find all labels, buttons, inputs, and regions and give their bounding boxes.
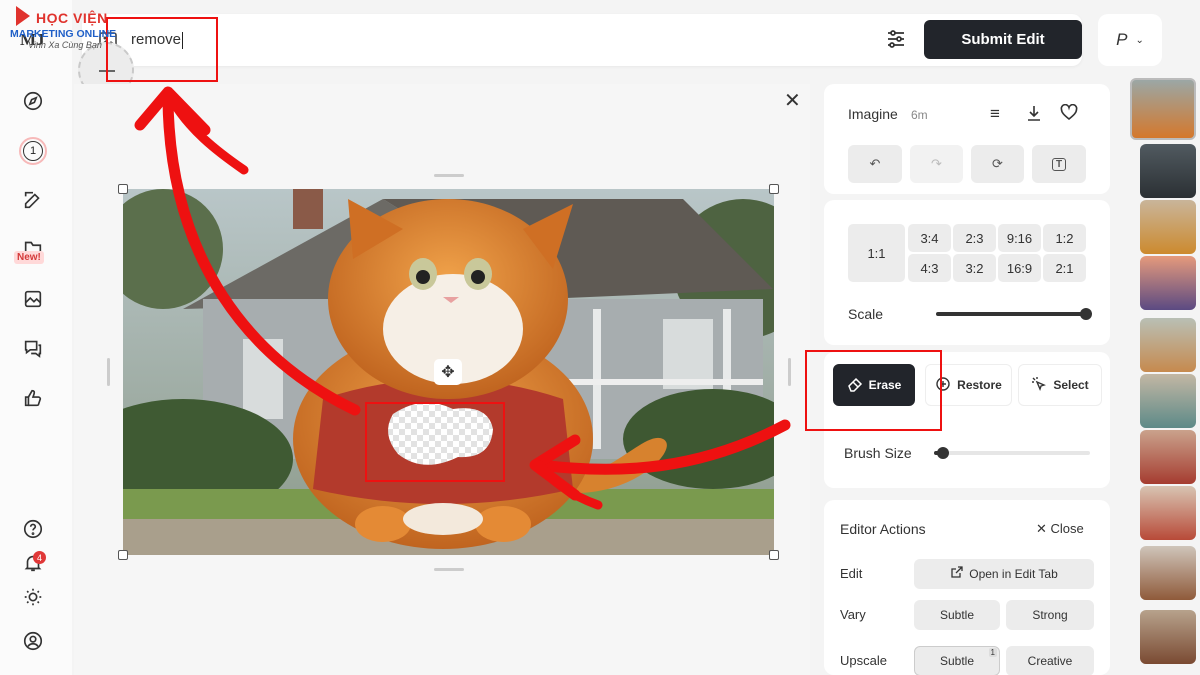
- image-icon[interactable]: [21, 287, 45, 311]
- scale-label: Scale: [848, 306, 884, 322]
- close-label: Close: [1050, 521, 1084, 536]
- upscale-creative-button[interactable]: Creative: [1006, 646, 1094, 675]
- ratio-3-4[interactable]: 3:4: [908, 224, 951, 252]
- resize-handle-bottom[interactable]: [434, 568, 464, 571]
- list-icon[interactable]: ≡: [990, 104, 1000, 124]
- chevron-down-icon: ⌄: [1135, 34, 1144, 46]
- open-edit-tab-label: Open in Edit Tab: [969, 567, 1058, 581]
- vary-strong-button[interactable]: Strong: [1006, 600, 1094, 630]
- redo-icon: ↷: [931, 156, 942, 171]
- ratio-1-2[interactable]: 1:2: [1043, 224, 1086, 252]
- gallery-thumb[interactable]: [1140, 486, 1196, 540]
- profile-initial: P: [1116, 30, 1128, 49]
- ratio-3-2[interactable]: 3:2: [953, 254, 996, 282]
- notification-count: 4: [33, 551, 46, 564]
- ratio-2-1[interactable]: 2:1: [1043, 254, 1086, 282]
- text-box-icon: T: [1051, 157, 1067, 171]
- refresh-icon: ⟳: [992, 156, 1003, 171]
- create-icon[interactable]: [21, 188, 45, 212]
- account-icon[interactable]: [21, 629, 45, 653]
- brush-size-slider[interactable]: [934, 451, 1090, 455]
- close-actions-button[interactable]: ✕ Close: [1036, 521, 1084, 537]
- select-button[interactable]: Select: [1018, 364, 1102, 406]
- ratio-1-1[interactable]: 1:1: [848, 224, 905, 282]
- gallery-thumb[interactable]: [1140, 200, 1196, 254]
- download-icon[interactable]: [1026, 104, 1042, 125]
- select-cursor-icon: [1031, 376, 1047, 395]
- watermark-line1: HỌC VIỆN: [36, 10, 108, 26]
- profile-button[interactable]: P ⌄: [1098, 14, 1162, 66]
- editor-actions-title: Editor Actions: [840, 521, 926, 537]
- scale-slider[interactable]: [936, 312, 1086, 316]
- gallery-thumb[interactable]: [1140, 610, 1196, 664]
- help-icon[interactable]: [21, 517, 45, 541]
- undo-icon: ↶: [869, 156, 881, 171]
- theme-sun-icon[interactable]: [21, 585, 45, 609]
- edit-row-label: Edit: [840, 566, 863, 581]
- annotation-box-erase-tool: [805, 350, 942, 431]
- watermark-line2: MARKETING ONLINE: [10, 28, 117, 40]
- watermark-logo: HỌC VIỆN MARKETING ONLINE Vinh Xa Cùng B…: [8, 4, 120, 50]
- panel-title: Imagine: [848, 106, 898, 122]
- logo-flag-icon: [16, 6, 30, 26]
- gallery-thumb[interactable]: [1140, 318, 1196, 372]
- upscale-row-label: Upscale: [840, 653, 887, 668]
- new-badge: New!: [14, 251, 44, 264]
- image-gallery-strip: [1130, 70, 1200, 675]
- brush-size-label: Brush Size: [844, 445, 912, 461]
- chat-icon[interactable]: [21, 336, 45, 360]
- ratio-2-3[interactable]: 2:3: [953, 224, 996, 252]
- thumbs-up-icon[interactable]: [21, 386, 45, 410]
- annotation-box-erased-area: [365, 402, 505, 482]
- settings-sliders-icon[interactable]: [884, 27, 908, 51]
- close-icon: ✕: [1036, 521, 1051, 536]
- queue-count: 1: [23, 141, 43, 161]
- restore-label: Restore: [957, 378, 1002, 392]
- heart-icon[interactable]: [1060, 103, 1078, 124]
- ratio-16-9[interactable]: 16:9: [998, 254, 1041, 282]
- annotation-box-prompt: [106, 17, 218, 82]
- explore-icon[interactable]: [21, 89, 45, 113]
- select-label: Select: [1053, 378, 1089, 392]
- edited-image[interactable]: ✥: [123, 189, 774, 555]
- reset-button[interactable]: ⟳: [971, 145, 1024, 183]
- vary-subtle-button[interactable]: Subtle: [914, 600, 1000, 630]
- vary-row-label: Vary: [840, 607, 866, 622]
- move-icon[interactable]: ✥: [434, 359, 462, 385]
- ratio-9-16[interactable]: 9:16: [998, 224, 1041, 252]
- crop-corner-bl[interactable]: [118, 550, 128, 560]
- ratio-4-3[interactable]: 4:3: [908, 254, 951, 282]
- upscale-subtle-label: Subtle: [939, 654, 975, 668]
- gallery-thumb[interactable]: [1140, 546, 1196, 600]
- panel-age: 6m: [911, 108, 928, 122]
- crop-corner-tl[interactable]: [118, 184, 128, 194]
- submit-edit-button[interactable]: Submit Edit: [924, 20, 1082, 59]
- scale-slider-thumb[interactable]: [1080, 308, 1092, 320]
- gallery-thumb[interactable]: [1140, 256, 1196, 310]
- open-edit-tab-button[interactable]: Open in Edit Tab: [914, 559, 1094, 589]
- gallery-thumb[interactable]: [1140, 374, 1196, 428]
- gallery-thumb[interactable]: [1140, 430, 1196, 484]
- upscale-count-badge: 1: [988, 648, 997, 657]
- external-link-icon: [950, 566, 963, 582]
- gallery-thumb[interactable]: [1140, 144, 1196, 198]
- resize-handle-left[interactable]: [107, 358, 110, 386]
- resize-handle-right[interactable]: [788, 358, 791, 386]
- gallery-thumb-active[interactable]: [1130, 78, 1196, 140]
- text-tool-button[interactable]: T: [1032, 145, 1086, 183]
- watermark-line3: Vinh Xa Cùng Bạn: [28, 40, 102, 50]
- crop-corner-br[interactable]: [769, 550, 779, 560]
- queue-badge[interactable]: 1: [19, 137, 47, 165]
- redo-button[interactable]: ↷: [910, 145, 963, 183]
- resize-handle-top[interactable]: [434, 174, 464, 177]
- left-rail: MJ 1 New! 4: [0, 0, 72, 675]
- undo-button[interactable]: ↶: [848, 145, 902, 183]
- upscale-subtle-button[interactable]: Subtle 1: [914, 646, 1000, 675]
- crop-corner-tr[interactable]: [769, 184, 779, 194]
- close-editor-icon[interactable]: ✕: [784, 88, 801, 113]
